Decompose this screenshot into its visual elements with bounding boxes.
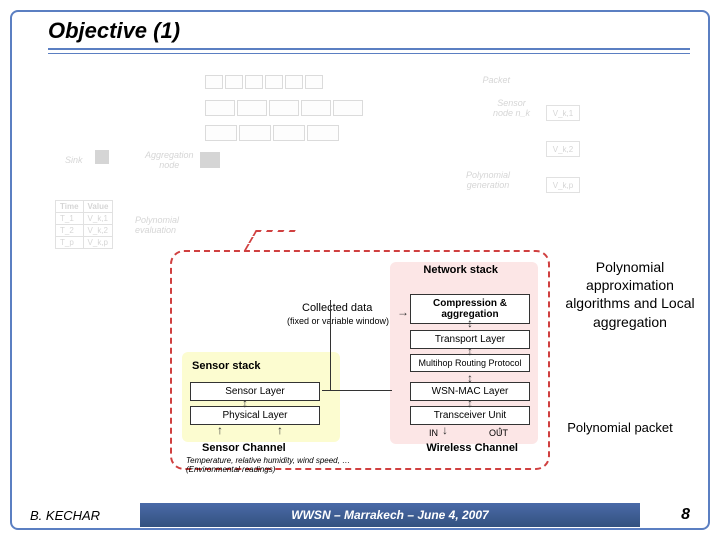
faded-aggregation-label: Aggregation node — [145, 150, 194, 170]
faded-v2: V_k,2 — [546, 141, 580, 157]
faded-td: T_p — [56, 237, 84, 249]
in-label: IN — [429, 428, 438, 438]
footer-page-number: 8 — [640, 506, 710, 524]
network-stack-label: Network stack — [423, 264, 498, 276]
faded-sink-label: Sink — [65, 155, 83, 165]
wireless-channel-label: Wireless Channel — [426, 442, 518, 454]
footer-author: B. KECHAR — [10, 508, 140, 523]
footer: B. KECHAR WWSN – Marrakech – June 4, 200… — [10, 500, 710, 530]
slide-title: Objective (1) — [48, 18, 690, 44]
up-arrow-icon: ↑ — [497, 424, 503, 436]
bidir-arrow-icon: ↕ — [467, 317, 473, 329]
faded-diagram: Packet Sensor node n_k Sink Aggregation … — [55, 70, 570, 260]
sensor-layer: Sensor Layer — [190, 382, 320, 401]
faded-td: V_k,1 — [83, 213, 113, 225]
bidir-arrow-icon: ↕ — [242, 397, 248, 409]
faded-sensor-node-label: Sensor node n_k — [493, 98, 530, 118]
faded-td: T_2 — [56, 225, 84, 237]
faded-v1: V_k,1 — [546, 105, 580, 121]
connector-line — [322, 390, 392, 391]
faded-td: V_k,2 — [83, 225, 113, 237]
bidir-arrow-icon: ↕ — [467, 372, 473, 384]
faded-packet-label: Packet — [482, 75, 510, 85]
faded-polyeval-label: Polynomial evaluation — [135, 215, 179, 235]
annotation-polynomial-approx: Polynomial approximation algorithms and … — [565, 258, 695, 331]
faded-vp: V_k,p — [546, 177, 580, 193]
physical-layer: Physical Layer — [190, 406, 320, 425]
connector-line — [330, 300, 331, 390]
faded-th-time: Time — [56, 201, 84, 213]
faded-table: TimeValue T_1V_k,1 T_2V_k,2 T_pV_k,p — [55, 200, 113, 249]
annotation-polynomial-packet: Polynomial packet — [550, 420, 690, 437]
title-area: Objective (1) — [48, 18, 690, 50]
collected-data-label: Collected data — [302, 302, 372, 314]
sensor-stack-label: Sensor stack — [192, 360, 260, 372]
faded-th-value: Value — [83, 201, 113, 213]
environmental-readings-label: Temperature, relative humidity, wind spe… — [186, 456, 350, 474]
right-arrow-icon: → — [397, 306, 409, 318]
faded-td: T_1 — [56, 213, 84, 225]
callout-box: Network stack Collected data (fixed or v… — [170, 250, 550, 470]
bidir-arrow-icon: ↕ — [467, 345, 473, 357]
faded-polygen-label: Polynomial generation — [466, 170, 510, 190]
collected-data-sub: (fixed or variable window) — [287, 316, 389, 326]
up-arrow-icon: ↑ — [217, 424, 223, 436]
footer-center: WWSN – Marrakech – June 4, 2007 — [140, 503, 640, 527]
up-arrow-icon: ↑ — [277, 424, 283, 436]
down-arrow-icon: ↓ — [442, 424, 448, 436]
bidir-arrow-icon: ↕ — [467, 397, 473, 409]
faded-td: V_k,p — [83, 237, 113, 249]
sensor-channel-label: Sensor Channel — [202, 442, 286, 454]
